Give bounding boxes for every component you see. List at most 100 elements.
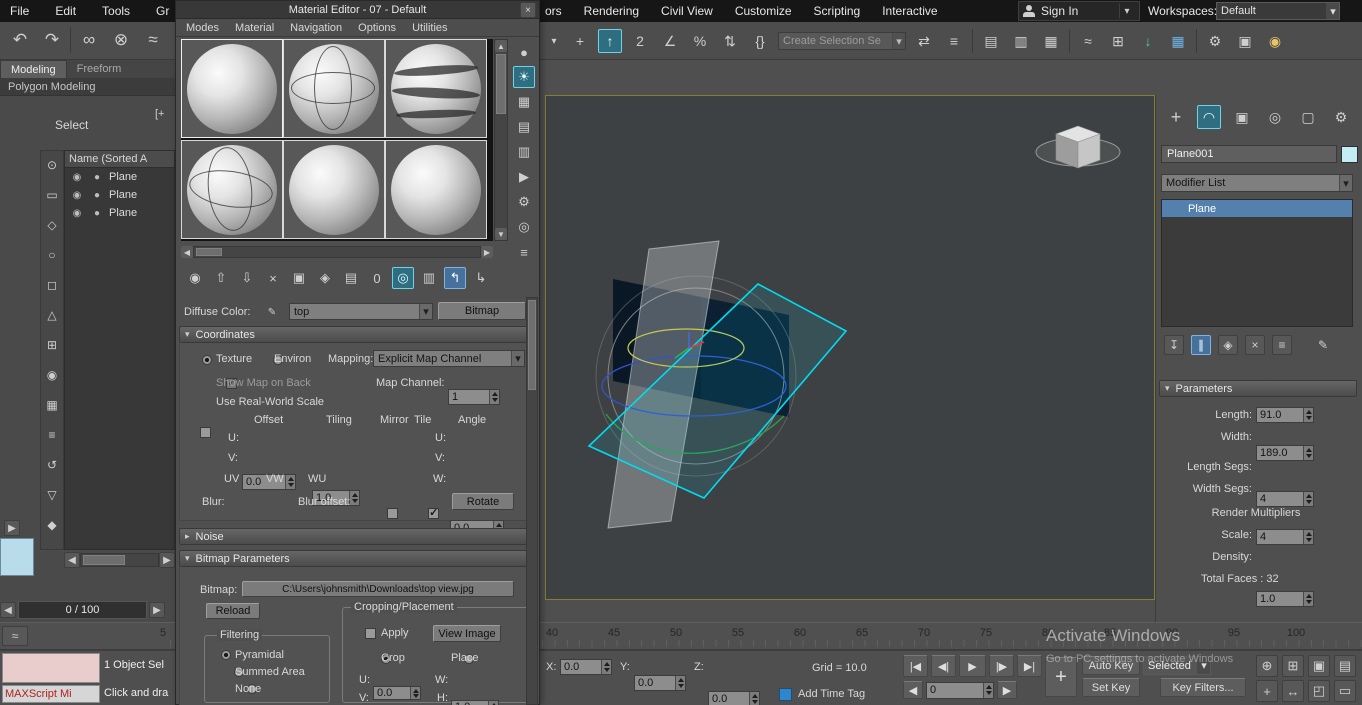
menu-interactive[interactable]: Interactive (882, 4, 937, 18)
toolbar-flyout-caret-icon[interactable]: ▾ (546, 33, 562, 49)
sample-slots-vscrollbar[interactable]: ▲ ▼ (494, 39, 508, 241)
modifier-stack-item-plane[interactable]: Plane (1162, 200, 1352, 217)
crop-w-field[interactable]: 1.0 (451, 700, 499, 705)
menu-file[interactable]: File (10, 4, 29, 18)
me-menu-modes[interactable]: Modes (186, 22, 219, 34)
scroll-right-icon[interactable]: ▶ (159, 552, 175, 568)
explorer-shapes-icon[interactable]: ○ (42, 245, 62, 265)
view-image-button[interactable]: View Image (433, 625, 501, 642)
map-channel-field[interactable]: 1 (448, 389, 500, 405)
object-dot-icon[interactable]: ● (89, 187, 105, 203)
scrollbar-thumb[interactable] (496, 54, 506, 114)
align-icon[interactable]: ≡ (942, 29, 966, 53)
spinner-arrows[interactable] (488, 701, 498, 705)
rendered-frame-window-icon[interactable]: ▣ (1233, 29, 1257, 53)
scroll-right-icon[interactable]: ▶ (481, 246, 493, 258)
material-editor-scrollbar[interactable] (526, 297, 538, 705)
current-frame-field[interactable]: 0 (926, 682, 994, 699)
material-slot-2[interactable] (283, 39, 385, 138)
go-to-end-button[interactable]: ▶| (1017, 655, 1042, 677)
scale-field[interactable]: 1.0 (1256, 591, 1314, 607)
me-menu-material[interactable]: Material (235, 22, 274, 34)
parameters-rollout-header[interactable]: ▾ Parameters (1159, 380, 1357, 397)
select-and-link-icon[interactable]: ∞ (75, 26, 103, 54)
bitmap-parameters-rollout-header[interactable]: ▾ Bitmap Parameters (179, 550, 537, 567)
ribbon-toggle-icon[interactable]: ▦ (1039, 29, 1063, 53)
zoom-region-icon[interactable]: + (1256, 680, 1278, 702)
workspaces-dropdown[interactable]: Default ▾ (1216, 2, 1340, 20)
mini-curve-editor-button[interactable]: ≈ (2, 626, 28, 646)
spinner-arrows[interactable] (349, 491, 359, 505)
menu-modifiers[interactable]: ors (545, 4, 562, 18)
menu-rendering[interactable]: Rendering (584, 4, 639, 18)
spinner-arrows[interactable] (1303, 530, 1313, 544)
sample-uv-tiling-icon[interactable]: ▤ (513, 116, 535, 138)
bind-to-space-warp-icon[interactable]: ≈ (139, 26, 167, 54)
explorer-helpers-icon[interactable]: ⊞ (42, 335, 62, 355)
explorer-containers-icon[interactable]: ◆ (42, 515, 62, 535)
scroll-down-icon[interactable]: ▼ (495, 228, 507, 240)
redo-icon[interactable]: ↷ (38, 26, 66, 54)
zoom-all-icon[interactable]: ⊞ (1282, 655, 1304, 677)
explorer-refresh-icon[interactable]: ↺ (42, 455, 62, 475)
material-editor-titlebar[interactable]: Material Editor - 07 - Default × (176, 1, 539, 19)
layer-manager-icon[interactable]: ▤ (979, 29, 1003, 53)
length-segs-field[interactable]: 4 (1256, 491, 1314, 507)
orbit-icon[interactable]: ◰ (1308, 680, 1330, 702)
u-tile-checkbox[interactable] (428, 508, 439, 519)
crop-u-field[interactable]: 0.0 (373, 686, 421, 700)
material-slot-4[interactable] (181, 140, 283, 239)
object-color-swatch[interactable] (1341, 146, 1358, 163)
scroll-left-icon[interactable]: ◀ (64, 552, 80, 568)
me-menu-navigation[interactable]: Navigation (290, 22, 342, 34)
make-material-copy-icon[interactable]: ▣ (288, 267, 310, 289)
explorer-header[interactable]: Name (Sorted A (65, 151, 174, 168)
put-to-library-icon[interactable]: ▤ (340, 267, 362, 289)
scroll-left-icon[interactable]: ◀ (181, 246, 193, 258)
length-field[interactable]: 91.0 (1256, 407, 1314, 423)
selection-set-key-dropdown[interactable]: Selected ▾ (1143, 656, 1211, 675)
coordinates-rollout-header[interactable]: ▾ Coordinates (179, 326, 537, 343)
map-name-dropdown[interactable]: top ▾ (289, 303, 433, 320)
show-end-result-icon[interactable]: ∥ (1191, 335, 1211, 355)
spinner-arrows[interactable] (285, 475, 295, 489)
make-unique-icon[interactable]: ◈ (314, 267, 336, 289)
color-swatch[interactable] (0, 538, 34, 576)
schematic-view-icon[interactable]: ⊞ (1106, 29, 1130, 53)
play-button[interactable]: ▶ (959, 655, 986, 677)
object-dot-icon[interactable]: ● (89, 205, 105, 221)
maximize-viewport-icon[interactable]: ▭ (1334, 680, 1356, 702)
explorer-geometry-icon[interactable]: ◇ (42, 215, 62, 235)
explorer-frame-icon[interactable]: ▭ (42, 185, 62, 205)
object-name-field[interactable]: Plane001 (1161, 145, 1337, 163)
material-slot-1[interactable] (181, 39, 283, 138)
pin-stack-icon[interactable]: ↧ (1164, 335, 1184, 355)
object-dot-icon[interactable]: ● (89, 169, 105, 185)
pyramidal-radio[interactable] (221, 650, 231, 660)
menu-group[interactable]: Gr (156, 4, 169, 18)
viewport[interactable] (545, 95, 1155, 600)
background-icon[interactable]: ▦ (513, 91, 535, 113)
time-forward-icon[interactable]: ▶ (149, 602, 165, 618)
eyedropper-icon[interactable]: ✎ (264, 304, 280, 320)
motion-tab-icon[interactable]: ◎ (1263, 105, 1287, 129)
options-icon[interactable]: ⚙ (513, 191, 535, 213)
width-segs-field[interactable]: 4 (1256, 529, 1314, 545)
named-selection-sets-icon[interactable]: {} (748, 29, 772, 53)
spinner-arrows[interactable] (1303, 408, 1313, 422)
modifier-list-dropdown[interactable]: Modifier List ▾ (1161, 174, 1353, 192)
assign-material-to-selection-icon[interactable]: ⇩ (236, 267, 258, 289)
u-mirror-checkbox[interactable] (387, 508, 398, 519)
spinner-arrows[interactable] (983, 683, 993, 698)
next-frame-button[interactable]: |▶ (989, 655, 1014, 677)
menu-tools[interactable]: Tools (102, 4, 130, 18)
key-step-back-button[interactable]: ◀ (903, 681, 923, 699)
spinner-arrows[interactable] (410, 687, 420, 699)
scene-explorer-toggle-icon[interactable]: ▥ (1009, 29, 1033, 53)
texture-radio[interactable] (202, 355, 212, 365)
scrollbar-thumb[interactable] (528, 300, 536, 390)
zoom-extents-all-icon[interactable]: ▤ (1334, 655, 1356, 677)
key-filters-button[interactable]: Key Filters... (1160, 678, 1246, 697)
percent-snap-icon[interactable]: % (688, 29, 712, 53)
sample-slots-hscrollbar[interactable]: ◀ ▶ (181, 245, 493, 259)
